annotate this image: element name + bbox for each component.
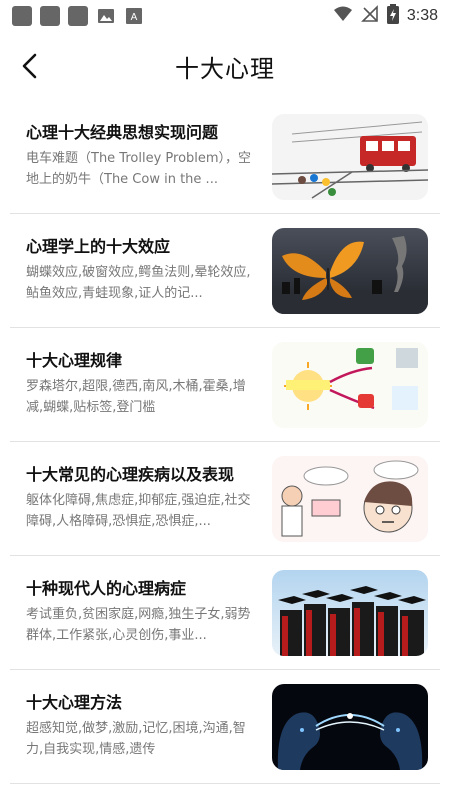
no-signal-icon <box>360 5 379 27</box>
list-item[interactable]: 十大常见的心理疾病以及表现 躯体化障碍,焦虑症,抑郁症,强迫症,社交障碍,人格障… <box>10 442 440 556</box>
list-item[interactable]: 心理学上的十大效应 蝴蝶效应,破窗效应,鳄鱼法则,晕轮效应,鲇鱼效应,青蛙现象,… <box>10 214 440 328</box>
image-icon <box>96 6 116 26</box>
back-button[interactable] <box>12 48 48 84</box>
item-description: 考试重负,贫困家庭,网瘾,独生子女,弱势群体,工作紧张,心灵创伤,事业... <box>26 607 251 643</box>
notification-icons: A <box>12 6 144 26</box>
chevron-left-icon <box>22 53 37 79</box>
item-title: 十大常见的心理疾病以及表现 <box>26 465 235 484</box>
app-notification-icon <box>40 6 60 26</box>
font-icon: A <box>124 6 144 26</box>
app-header: 十大心理 <box>0 32 450 100</box>
item-title: 十大心理规律 <box>26 351 123 370</box>
item-description: 电车难题（The Trolley Problem），空地上的奶牛（The Cow… <box>26 151 252 187</box>
app-notification-icon <box>68 6 88 26</box>
status-bar: A 3:38 <box>0 0 450 32</box>
item-description: 蝴蝶效应,破窗效应,鳄鱼法则,晕轮效应,鲇鱼效应,青蛙现象,证人的记... <box>26 265 251 301</box>
app-notification-icon <box>12 6 32 26</box>
item-description: 超感知觉,做梦,激励,记忆,困境,沟通,智力,自我实现,情感,遗传 <box>26 721 246 757</box>
page-title: 十大心理 <box>175 54 275 83</box>
list-item[interactable]: 十大心理规律 罗森塔尔,超限,德西,南风,木桶,霍桑,增减,蝴蝶,贴标签,登门槛 <box>10 328 440 442</box>
list-item[interactable]: 心理十大经典思想实现问题 电车难题（The Trolley Problem），空… <box>10 100 440 214</box>
clock: 3:38 <box>406 7 438 24</box>
list-item[interactable]: 十大心理方法 超感知觉,做梦,激励,记忆,困境,沟通,智力,自我实现,情感,遗传 <box>10 670 440 784</box>
topic-list: 心理十大经典思想实现问题 电车难题（The Trolley Problem），空… <box>0 100 450 784</box>
item-title: 十大心理方法 <box>26 693 123 712</box>
butterfly-tornado-illustration <box>272 228 428 314</box>
svg-text:A: A <box>131 12 138 23</box>
battery-charging-icon <box>386 4 399 28</box>
item-description: 罗森塔尔,超限,德西,南风,木桶,霍桑,增减,蝴蝶,贴标签,登门槛 <box>26 379 246 415</box>
trolley-illustration <box>272 114 428 200</box>
mind-map-illustration <box>272 342 428 428</box>
wifi-icon <box>333 5 353 27</box>
item-title: 心理学上的十大效应 <box>26 237 171 256</box>
brain-connection-illustration <box>272 684 428 770</box>
patient-cartoon-illustration <box>272 456 428 542</box>
item-description: 躯体化障碍,焦虑症,抑郁症,强迫症,社交障碍,人格障碍,恐惧症,恐惧症,... <box>26 493 251 529</box>
item-title: 心理十大经典思想实现问题 <box>26 123 219 142</box>
list-item[interactable]: 十种现代人的心理病症 考试重负,贫困家庭,网瘾,独生子女,弱势群体,工作紧张,心… <box>10 556 440 670</box>
item-title: 十种现代人的心理病症 <box>26 579 187 598</box>
graduates-illustration <box>272 570 428 656</box>
